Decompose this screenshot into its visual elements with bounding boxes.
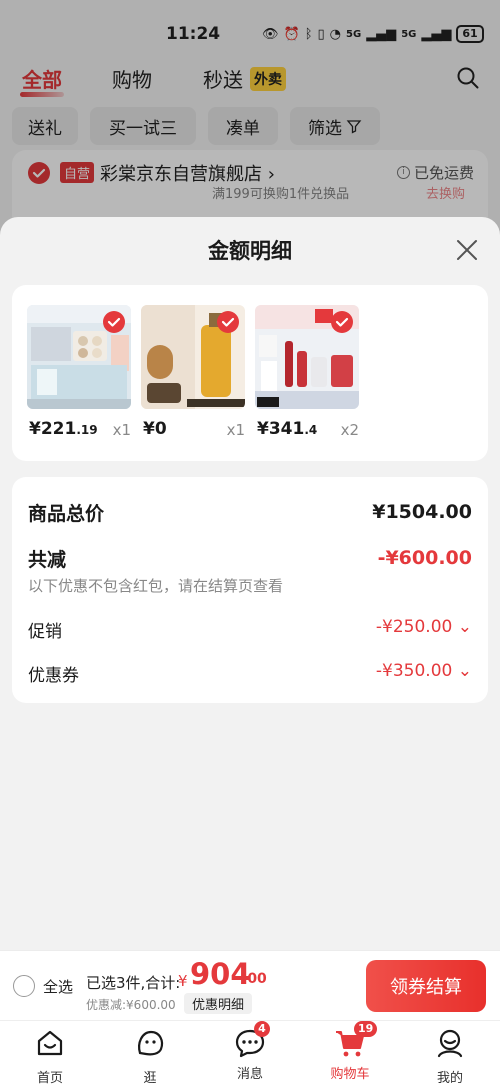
chevron-down-icon: ⌄ <box>457 661 472 681</box>
item-price-decimal: .19 <box>76 423 98 437</box>
promo-label: 促销 <box>28 622 62 642</box>
cart-badge: 19 <box>354 1021 378 1037</box>
nav-label: 逛 <box>143 1071 157 1085</box>
item-quantity: x1 <box>226 421 245 439</box>
total-value: ¥1504.00 <box>372 501 472 523</box>
profile-icon <box>437 1029 463 1058</box>
item-price: ¥221.19 <box>29 419 98 439</box>
nav-browse[interactable]: 逛 <box>115 1027 185 1085</box>
promo-value: -¥250.00 <box>375 617 453 637</box>
product-thumbnail <box>255 305 359 409</box>
item-quantity: x1 <box>112 421 131 439</box>
product-item[interactable]: ¥221.19 x1 <box>27 305 131 445</box>
selected-count-text: 已选3件,合计: <box>86 974 181 992</box>
item-price-main: ¥221 <box>29 419 77 439</box>
reduce-label: 共减 <box>28 549 67 571</box>
item-check-icon <box>217 311 239 333</box>
items-card: ¥221.19 x1 ¥0 x1 ¥341.4 x2 <box>12 285 488 461</box>
nav-messages[interactable]: 4 消息 <box>215 1021 285 1082</box>
select-all-radio[interactable] <box>13 975 35 997</box>
item-price: ¥341.4 <box>257 419 317 439</box>
overlay-scrim[interactable] <box>0 0 500 240</box>
summary-card: 商品总价 ¥1504.00 共减 -¥600.00 以下优惠不包含红包，请在结算… <box>12 477 488 703</box>
select-all-label[interactable]: 全选 <box>43 976 73 997</box>
chevron-down-icon: ⌄ <box>457 617 472 637</box>
check-icon <box>107 317 121 327</box>
reduce-note: 以下优惠不包含红包，请在结算页查看 <box>28 577 284 595</box>
checkout-button[interactable]: 领券结算 <box>366 960 486 1012</box>
discount-detail-button[interactable]: 优惠明细 <box>184 993 253 1014</box>
item-price-decimal: .4 <box>304 423 318 437</box>
coupon-value: -¥350.00 <box>375 661 453 681</box>
promo-value-row[interactable]: -¥250.00 ⌄ <box>376 617 472 637</box>
home-icon <box>37 1030 63 1056</box>
item-price-main: ¥0 <box>143 419 167 439</box>
sheet-title: 金额明细 <box>208 239 292 263</box>
item-quantity: x2 <box>340 421 359 439</box>
browse-icon <box>138 1030 164 1056</box>
product-item[interactable]: ¥341.4 x2 <box>255 305 359 445</box>
coupon-label: 优惠券 <box>28 666 79 686</box>
check-icon <box>221 317 235 327</box>
bottom-nav: 首页 逛 4 消息 19 购物车 我的 <box>0 1020 500 1085</box>
product-item[interactable]: ¥0 x1 <box>141 305 245 445</box>
amount-detail-sheet: 金额明细 ¥221.19 x1 ¥0 x1 ¥341.4 x2 商品总价 ¥15… <box>0 217 500 950</box>
reduce-value: -¥600.00 <box>377 547 472 569</box>
item-check-icon <box>103 311 125 333</box>
checkout-bar: 全选 已选3件,合计: ¥ 904 .00 优惠减:¥600.00 优惠明细 领… <box>0 950 500 1020</box>
discount-text: 优惠减:¥600.00 <box>86 998 176 1012</box>
check-icon <box>335 317 349 327</box>
nav-profile[interactable]: 我的 <box>415 1027 485 1085</box>
total-currency: ¥ <box>178 972 188 990</box>
nav-label: 购物车 <box>330 1067 370 1082</box>
product-thumbnail <box>141 305 245 409</box>
nav-cart[interactable]: 19 购物车 <box>315 1021 385 1082</box>
nav-label: 消息 <box>236 1067 263 1082</box>
close-icon[interactable] <box>454 237 480 263</box>
item-check-icon <box>331 311 353 333</box>
nav-home[interactable]: 首页 <box>15 1027 85 1085</box>
coupon-value-row[interactable]: -¥350.00 ⌄ <box>376 661 472 681</box>
message-icon-wrap: 4 <box>234 1021 270 1059</box>
nav-label: 我的 <box>436 1071 463 1085</box>
total-amount-decimal: .00 <box>242 971 267 987</box>
nav-label: 首页 <box>36 1071 63 1085</box>
item-price-main: ¥341 <box>257 419 305 439</box>
total-label: 商品总价 <box>28 503 105 525</box>
product-thumbnail <box>27 305 131 409</box>
item-price: ¥0 <box>143 419 167 439</box>
message-badge: 4 <box>254 1021 270 1037</box>
cart-icon-wrap: 19 <box>334 1021 378 1059</box>
